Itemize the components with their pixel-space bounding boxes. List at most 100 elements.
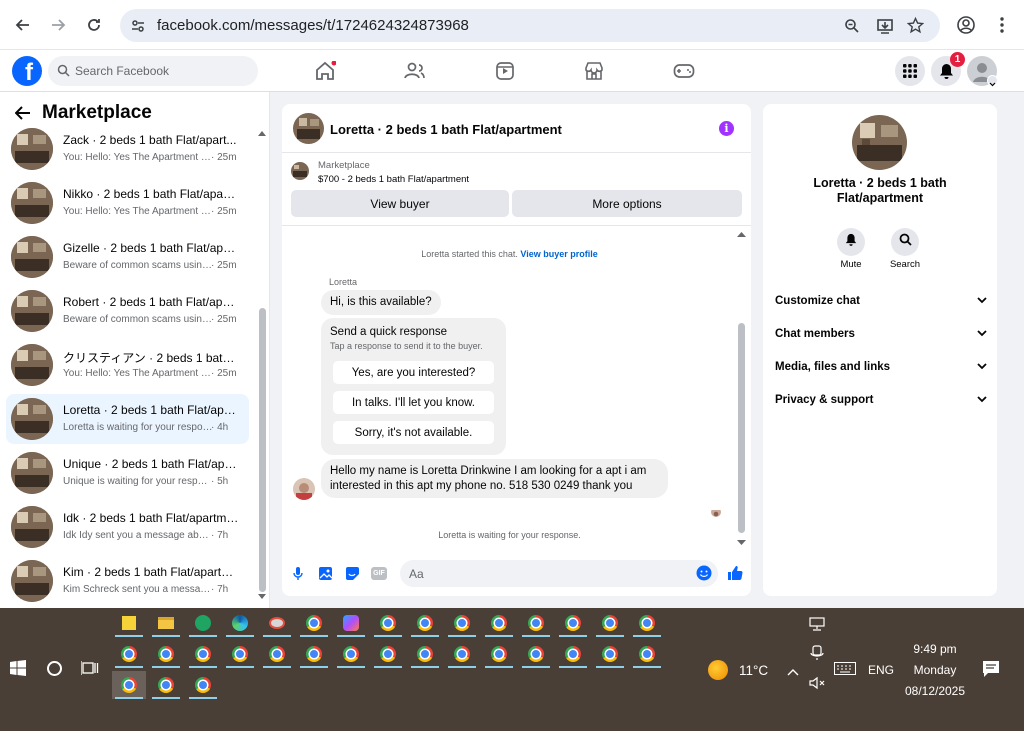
like-thumbs-up-icon[interactable]: [727, 565, 743, 586]
sender-avatar[interactable]: [293, 478, 315, 500]
file-explorer-app-icon[interactable]: [149, 609, 183, 637]
weather-temperature[interactable]: 11°C: [739, 663, 768, 678]
sidebar-scrollbar-thumb[interactable]: [259, 308, 266, 592]
chat-scrollbar[interactable]: [737, 231, 746, 546]
account-chevron-icon[interactable]: [987, 75, 998, 87]
conversation-item[interactable]: Nikko · 2 beds 1 bath Flat/apart... You: …: [6, 178, 249, 228]
info-section-row[interactable]: Chat members: [775, 324, 987, 344]
clock[interactable]: 9:49 pm Monday 08/12/2025: [896, 639, 974, 701]
chrome-app-icon[interactable]: [186, 671, 220, 699]
search-facebook-input[interactable]: Search Facebook: [48, 56, 258, 86]
bookmark-star-icon[interactable]: [906, 16, 925, 39]
marketplace-icon[interactable]: [582, 60, 606, 82]
language-indicator[interactable]: ENG: [868, 663, 894, 677]
chrome-app-icon[interactable]: [556, 609, 590, 637]
home-icon[interactable]: [313, 60, 337, 82]
view-buyer-profile-link[interactable]: View buyer profile: [520, 249, 597, 259]
url-text[interactable]: facebook.com/messages/t/1724624324873968: [157, 17, 469, 34]
conversation-info-icon[interactable]: i: [719, 121, 734, 136]
weather-sun-icon[interactable]: [708, 660, 728, 680]
meet-now-icon[interactable]: [810, 645, 824, 666]
search-in-conversation-button[interactable]: [891, 228, 919, 256]
chrome-app-icon[interactable]: [297, 640, 331, 668]
zoom-icon[interactable]: [844, 18, 860, 39]
conversation-item[interactable]: Idk · 2 beds 1 bath Flat/apartme... Idk I…: [6, 502, 249, 552]
mute-button[interactable]: [837, 228, 865, 256]
conversation-item[interactable]: クリスティアン · 2 beds 1 bath ... You: Hello: Y…: [6, 340, 249, 390]
chrome-app-icon[interactable]: [593, 609, 627, 637]
browser-menu-icon[interactable]: [987, 10, 1017, 40]
listing-profile-photo[interactable]: [852, 115, 907, 170]
back-icon[interactable]: [8, 10, 38, 40]
sticky-notes-app-icon[interactable]: [112, 609, 146, 637]
message-bubble[interactable]: Hello my name is Loretta Drinkwine I am …: [321, 459, 668, 498]
info-section-row[interactable]: Media, files and links: [775, 357, 987, 377]
chrome-app-icon[interactable]: [223, 640, 257, 668]
chrome-app-icon[interactable]: [334, 640, 368, 668]
microphone-icon[interactable]: [292, 567, 304, 586]
info-section-row[interactable]: Customize chat: [775, 291, 987, 311]
chrome-app-icon[interactable]: [112, 671, 146, 699]
task-view-icon[interactable]: [80, 660, 99, 681]
photo-icon[interactable]: [318, 566, 333, 586]
volume-muted-icon[interactable]: [809, 676, 825, 695]
notification-center-icon[interactable]: [982, 660, 1000, 683]
gif-icon[interactable]: GIF: [371, 567, 387, 580]
chat-title[interactable]: Loretta · 2 beds 1 bath Flat/apartment: [330, 122, 562, 137]
conversation-item[interactable]: Unique · 2 beds 1 bath Flat/apa... Unique…: [6, 448, 249, 498]
chrome-app-icon[interactable]: [149, 640, 183, 668]
reload-icon[interactable]: [79, 10, 109, 40]
video-icon[interactable]: [493, 60, 517, 82]
game-app-icon[interactable]: [186, 609, 220, 637]
touch-keyboard-icon[interactable]: [834, 662, 856, 680]
message-input[interactable]: Aa: [400, 560, 718, 587]
gaming-icon[interactable]: [672, 60, 696, 82]
site-settings-icon[interactable]: [130, 18, 146, 39]
chat-listing-avatar[interactable]: [293, 113, 324, 144]
network-tray-icon[interactable]: [809, 617, 825, 636]
chrome-app-icon[interactable]: [630, 640, 664, 668]
copilot-app-icon[interactable]: [334, 609, 368, 637]
chrome-app-icon[interactable]: [519, 609, 553, 637]
paint-app-icon[interactable]: [260, 609, 294, 637]
chrome-app-icon[interactable]: [112, 640, 146, 668]
back-arrow-icon[interactable]: [14, 106, 31, 125]
menu-grid-icon[interactable]: [895, 56, 925, 86]
view-buyer-button[interactable]: View buyer: [291, 190, 509, 217]
chrome-app-icon[interactable]: [149, 671, 183, 699]
chrome-app-icon[interactable]: [297, 609, 331, 637]
install-app-icon[interactable]: [876, 17, 894, 40]
chrome-app-icon[interactable]: [519, 640, 553, 668]
chrome-app-icon[interactable]: [371, 609, 405, 637]
edge-app-icon[interactable]: [223, 609, 257, 637]
facebook-logo-icon[interactable]: f: [12, 56, 42, 86]
quick-response-option[interactable]: In talks. I'll let you know.: [333, 391, 494, 414]
profile-icon[interactable]: [951, 10, 981, 40]
chrome-app-icon[interactable]: [593, 640, 627, 668]
chrome-app-icon[interactable]: [482, 609, 516, 637]
chrome-app-icon[interactable]: [408, 640, 442, 668]
address-bar[interactable]: facebook.com/messages/t/1724624324873968: [120, 9, 940, 42]
more-options-button[interactable]: More options: [512, 190, 742, 217]
show-hidden-icons-chevron[interactable]: [787, 663, 799, 681]
chrome-app-icon[interactable]: [445, 609, 479, 637]
conversation-item[interactable]: Kim · 2 beds 1 bath Flat/apartm... Kim Sc…: [6, 556, 249, 606]
chrome-app-icon[interactable]: [371, 640, 405, 668]
friends-icon[interactable]: [403, 60, 427, 82]
conversation-item[interactable]: Loretta · 2 beds 1 bath Flat/apa... Loret…: [6, 394, 249, 444]
emoji-icon[interactable]: [696, 565, 712, 586]
chrome-app-icon[interactable]: [556, 640, 590, 668]
chrome-app-icon[interactable]: [186, 640, 220, 668]
quick-response-option[interactable]: Sorry, it's not available.: [333, 421, 494, 444]
chrome-app-icon[interactable]: [482, 640, 516, 668]
windows-start-icon[interactable]: [10, 660, 26, 681]
conversation-item[interactable]: Zack · 2 beds 1 bath Flat/apart... You: H…: [6, 124, 249, 174]
listing-text[interactable]: $700 - 2 beds 1 bath Flat/apartment: [318, 174, 469, 185]
chat-scrollbar-thumb[interactable]: [738, 323, 745, 533]
chrome-app-icon[interactable]: [630, 609, 664, 637]
chrome-app-icon[interactable]: [260, 640, 294, 668]
conversation-item[interactable]: Gizelle · 2 beds 1 bath Flat/apar... Bewa…: [6, 232, 249, 282]
sticker-icon[interactable]: [345, 566, 360, 586]
forward-icon[interactable]: [43, 10, 73, 40]
quick-response-option[interactable]: Yes, are you interested?: [333, 361, 494, 384]
